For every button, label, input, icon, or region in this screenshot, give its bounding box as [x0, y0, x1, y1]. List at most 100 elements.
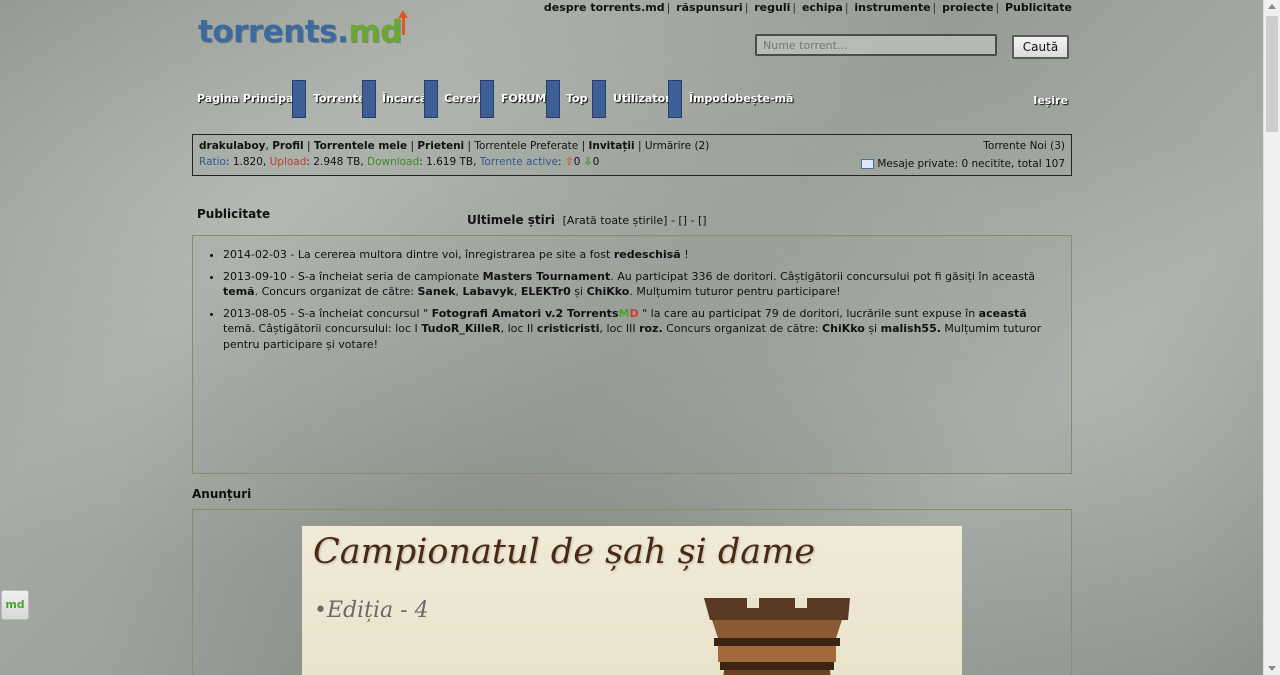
news-link[interactable]: Fotografi Amatori v.2 TorrentsMD	[432, 307, 639, 320]
nav-forum[interactable]: FORUM	[501, 80, 546, 118]
nav-incarca[interactable]: Încarcă	[382, 80, 427, 118]
envelope-icon	[861, 159, 875, 169]
chess-pieces-icon	[704, 598, 850, 675]
favorites-link[interactable]: Torrentele Preferate	[474, 140, 578, 152]
scroll-thumb[interactable]	[1266, 16, 1278, 132]
toplink-proiecte[interactable]: proiecte	[942, 1, 993, 14]
friends-link[interactable]: Prieteni	[417, 140, 464, 152]
news-user-link[interactable]: TudoR_KilleR	[421, 322, 500, 335]
new-torrents-link[interactable]: Torrente Noi	[983, 140, 1047, 152]
nav-utilizatori[interactable]: Utilizatori	[613, 80, 674, 118]
messages-text: Mesaje private: 0 necitite, total 107	[877, 158, 1065, 170]
nav-separator	[668, 80, 682, 118]
news-item: 2013-08-05 - S-a încheiat concursul " Fo…	[223, 306, 1055, 353]
logo-arrow-icon	[401, 17, 405, 35]
nav-cereri[interactable]: Cereri	[444, 80, 482, 118]
top-links: despre torrents.md | răspunsuri | reguli | …	[543, 1, 1072, 14]
news-user-link[interactable]: malish55.	[881, 322, 941, 335]
logo-main-text: torrents.	[198, 14, 349, 50]
download-label: Download	[367, 156, 420, 168]
search-button[interactable]: Caută	[1012, 35, 1069, 59]
nav-top[interactable]: Top	[566, 80, 587, 118]
announcements-box: Campionatul de șah și dame •Ediția - 4	[192, 509, 1072, 675]
toplink-instrumente[interactable]: instrumente	[854, 1, 930, 14]
new-torrents-count: (3)	[1050, 140, 1065, 152]
news-extra-link-1[interactable]: []	[678, 214, 687, 227]
invites-link[interactable]: Invitații	[588, 140, 634, 152]
news-link[interactable]: temă	[223, 285, 255, 298]
side-md-icon[interactable]: md	[1, 590, 29, 620]
banner-title: Campionatul de șah și dame	[313, 532, 816, 572]
news-text: " la care au participat 79 de doritori, …	[642, 306, 976, 320]
user-stats: Ratio: 1.820, Upload: 2.948 TB, Download…	[199, 156, 600, 168]
news-text: și	[574, 285, 584, 299]
show-all-news-link[interactable]: [Arată toate știrile]	[563, 214, 668, 227]
news-link[interactable]: această	[979, 307, 1027, 320]
logo-md-text: md	[348, 14, 402, 50]
toplink-despre[interactable]: despre torrents.md	[544, 1, 665, 14]
toplink-echipa[interactable]: echipa	[802, 1, 843, 14]
news-user-link[interactable]: ChiKko	[822, 322, 865, 335]
news-text: . Mulțumim tuturor pentru participare!	[629, 285, 841, 299]
nav-impodobeste[interactable]: Împodobește-mă	[689, 80, 793, 118]
upload-label: Upload	[269, 156, 307, 168]
news-text: S-a încheiat concursul "	[297, 306, 429, 320]
toplink-raspunsuri[interactable]: răspunsuri	[676, 1, 743, 14]
news-user-link[interactable]: roz.	[639, 322, 663, 335]
new-torrents: Torrente Noi (3)	[983, 140, 1065, 152]
news-date: 2014-02-03	[223, 248, 287, 261]
announcements-heading: Anunțuri	[192, 487, 252, 501]
news-item: 2013-09-10 - S-a încheiat seria de campi…	[223, 269, 1055, 300]
news-extra-link-2[interactable]: []	[698, 214, 707, 227]
private-messages[interactable]: Mesaje private: 0 necitite, total 107	[861, 158, 1065, 170]
site-logo[interactable]: torrents.md	[198, 10, 408, 50]
nav-separator	[292, 80, 306, 118]
side-icon-label: md	[5, 598, 25, 611]
news-user-link[interactable]: cristicristi	[537, 322, 600, 335]
chess-banner[interactable]: Campionatul de șah și dame •Ediția - 4	[302, 526, 962, 675]
active-label: Torrente active	[479, 156, 559, 168]
news-item: 2014-02-03 - La cererea multora dintre v…	[223, 247, 1055, 263]
news-user-link[interactable]: Labavyk	[462, 285, 513, 298]
nav-pagina-principala[interactable]: Pagina Principală	[197, 80, 305, 118]
nav-separator	[546, 80, 560, 118]
arrow-up-icon: ⇧	[564, 156, 574, 168]
news-user-link[interactable]: ELEKTr0	[521, 285, 571, 298]
news-link[interactable]: redeschisă	[614, 248, 681, 261]
news-dash: -	[690, 214, 695, 227]
nav-separator	[480, 80, 494, 118]
ratio-value: 1.820	[232, 156, 263, 168]
news-text: Concurs organizat de către:	[666, 322, 819, 336]
banner-subtitle: •Ediția - 4	[314, 598, 429, 623]
toplink-reguli[interactable]: reguli	[754, 1, 790, 14]
watch-link[interactable]: Urmărire	[645, 140, 691, 152]
news-text: . Concurs organizat de către:	[254, 285, 414, 299]
arrow-down-icon: ⇩	[583, 156, 593, 168]
search-input[interactable]	[755, 34, 997, 56]
ads-heading: Publicitate	[197, 207, 271, 221]
username-link[interactable]: drakulaboy	[199, 140, 266, 152]
nav-separator	[424, 80, 438, 118]
news-date: 2013-09-10	[223, 269, 287, 283]
nav-torrente[interactable]: Torrente	[313, 80, 365, 118]
news-box: 2014-02-03 - La cererea multora dintre v…	[192, 235, 1072, 474]
scroll-up-icon[interactable]	[1268, 4, 1276, 9]
news-user-link[interactable]: ChiKko	[587, 285, 630, 298]
nav-separator	[362, 80, 376, 118]
news-dash: -	[670, 214, 675, 227]
news-user-link[interactable]: Sanek	[418, 285, 456, 298]
toplink-publicitate[interactable]: Publicitate	[1005, 1, 1072, 14]
user-panel: drakulaboy, Profil | Torrentele mele | P…	[192, 134, 1072, 176]
nav-separator	[592, 80, 606, 118]
upload-value: 2.948 TB	[313, 156, 361, 168]
profile-link[interactable]: Profil	[272, 140, 303, 152]
my-torrents-link[interactable]: Torrentele mele	[314, 140, 407, 152]
scroll-down-icon[interactable]	[1268, 666, 1276, 671]
news-heading: Ultimele știri [Arată toate știrile] - […	[467, 213, 707, 227]
logout-link[interactable]: Ieșire	[1033, 94, 1068, 107]
news-link[interactable]: Masters Tournament	[483, 270, 611, 283]
news-text: temă. Câștigătorii concursului: loc I	[223, 322, 418, 336]
watch-count: (2)	[694, 140, 710, 152]
download-value: 1.619 TB	[426, 156, 474, 168]
scrollbar[interactable]	[1263, 0, 1280, 675]
